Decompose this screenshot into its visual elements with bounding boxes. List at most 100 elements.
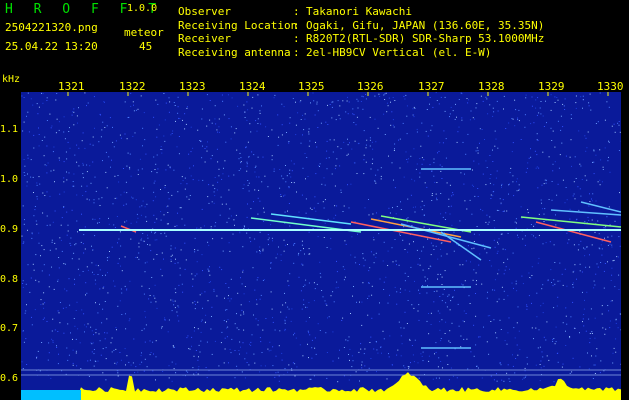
- noise-pixel: [468, 295, 470, 297]
- noise-pixel: [338, 114, 340, 116]
- noise-pixel: [541, 288, 543, 290]
- noise-pixel: [589, 342, 591, 344]
- noise-pixel: [150, 352, 152, 353]
- noise-pixel: [421, 163, 423, 165]
- noise-pixel: [93, 199, 95, 201]
- noise-pixel: [619, 245, 621, 247]
- noise-pixel: [182, 180, 184, 182]
- noise-pixel: [138, 242, 140, 244]
- noise-pixel: [155, 231, 157, 233]
- noise-pixel: [323, 177, 325, 179]
- noise-pixel: [273, 97, 275, 99]
- noise-pixel: [575, 107, 577, 109]
- noise-pixel: [473, 233, 475, 235]
- noise-pixel: [433, 175, 435, 177]
- noise-pixel: [246, 163, 248, 165]
- noise-pixel: [234, 350, 236, 351]
- noise-pixel: [41, 342, 43, 343]
- noise-pixel: [527, 162, 529, 164]
- noise-pixel: [557, 99, 559, 101]
- noise-pixel: [404, 280, 406, 282]
- noise-pixel: [272, 321, 274, 323]
- noise-pixel: [371, 317, 373, 319]
- noise-pixel: [226, 309, 228, 311]
- noise-pixel: [259, 246, 261, 248]
- noise-pixel: [618, 236, 620, 238]
- noise-pixel: [559, 154, 561, 156]
- noise-pixel: [269, 341, 271, 343]
- noise-pixel: [437, 258, 439, 260]
- noise-pixel: [539, 346, 541, 348]
- noise-pixel: [369, 139, 371, 141]
- noise-pixel: [573, 181, 575, 183]
- noise-pixel: [559, 280, 561, 282]
- noise-pixel: [213, 290, 215, 292]
- noise-pixel: [155, 163, 157, 165]
- noise-pixel: [337, 381, 339, 383]
- noise-pixel: [172, 301, 174, 303]
- noise-pixel: [147, 244, 148, 245]
- noise-pixel: [526, 308, 528, 310]
- noise-pixel: [439, 329, 441, 331]
- noise-pixel: [589, 266, 591, 268]
- noise-pixel: [120, 245, 122, 247]
- noise-pixel: [129, 318, 131, 320]
- noise-pixel: [162, 371, 164, 372]
- noise-pixel: [298, 211, 300, 213]
- noise-pixel: [59, 237, 61, 239]
- noise-pixel: [309, 140, 311, 142]
- noise-pixel: [37, 350, 39, 352]
- noise-pixel: [257, 118, 259, 120]
- noise-pixel: [354, 140, 356, 142]
- noise-pixel: [384, 134, 386, 135]
- noise-pixel: [67, 224, 69, 226]
- noise-pixel: [135, 109, 137, 111]
- noise-pixel: [336, 158, 338, 160]
- noise-pixel: [414, 280, 415, 282]
- noise-pixel: [206, 150, 208, 152]
- noise-pixel: [213, 191, 215, 193]
- noise-pixel: [515, 218, 517, 220]
- noise-pixel: [494, 279, 496, 281]
- noise-pixel: [497, 241, 498, 243]
- noise-pixel: [450, 106, 452, 108]
- noise-pixel: [450, 367, 452, 369]
- noise-pixel: [204, 291, 206, 293]
- noise-pixel: [76, 220, 78, 222]
- noise-pixel: [520, 139, 522, 140]
- noise-pixel: [615, 351, 617, 353]
- noise-pixel: [354, 256, 356, 258]
- noise-pixel: [255, 120, 257, 122]
- noise-pixel: [460, 335, 462, 337]
- noise-pixel: [487, 315, 489, 317]
- noise-pixel: [412, 108, 414, 110]
- noise-pixel: [82, 195, 84, 196]
- noise-pixel: [197, 359, 199, 361]
- noise-pixel: [246, 161, 248, 163]
- noise-pixel: [288, 364, 290, 366]
- noise-pixel: [518, 184, 520, 186]
- noise-pixel: [58, 257, 60, 258]
- noise-pixel: [493, 184, 495, 186]
- noise-pixel: [428, 333, 430, 335]
- noise-pixel: [48, 352, 50, 354]
- noise-pixel: [542, 284, 544, 286]
- noise-pixel: [130, 175, 132, 177]
- noise-pixel: [247, 203, 248, 205]
- noise-pixel: [284, 328, 286, 330]
- noise-pixel: [83, 313, 85, 315]
- noise-pixel: [351, 148, 353, 150]
- noise-pixel: [498, 269, 500, 271]
- noise-pixel: [46, 120, 48, 121]
- noise-pixel: [301, 240, 303, 242]
- noise-pixel: [552, 130, 554, 132]
- noise-pixel: [112, 203, 114, 205]
- noise-pixel: [132, 101, 134, 103]
- noise-pixel: [515, 358, 517, 359]
- noise-pixel: [531, 275, 533, 276]
- noise-pixel: [435, 92, 437, 94]
- noise-pixel: [572, 282, 574, 284]
- noise-pixel: [49, 249, 51, 251]
- noise-pixel: [475, 272, 477, 274]
- noise-pixel: [164, 119, 166, 121]
